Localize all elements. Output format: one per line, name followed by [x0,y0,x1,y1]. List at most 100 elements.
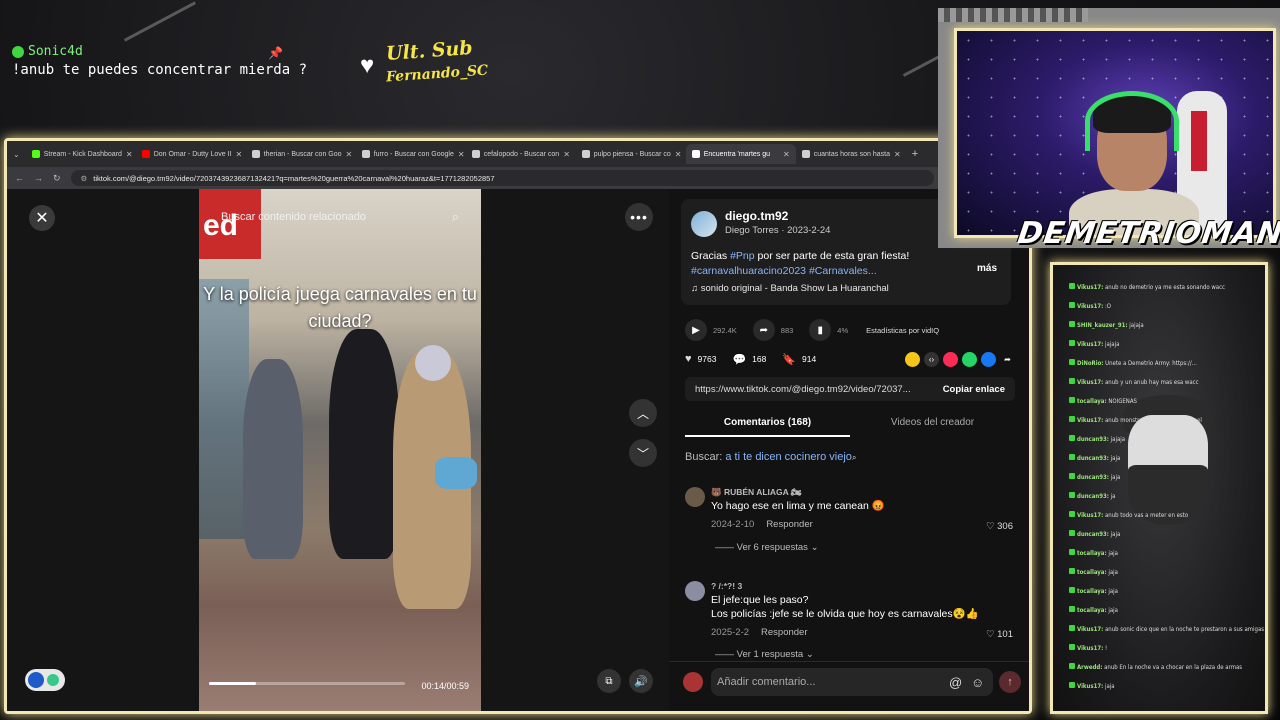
chat-user[interactable]: Vikus17: [1077,512,1103,519]
browser-tab[interactable]: therian - Buscar con Goo ✕ [246,144,356,164]
tab-comments[interactable]: Comentarios (168) [685,413,850,437]
author-avatar[interactable] [691,211,717,237]
forward-icon[interactable]: → [34,173,43,183]
chat-user[interactable]: duncan93: [1077,474,1109,481]
browser-tab[interactable]: Stream - Kick Dashboard ✕ [26,144,136,164]
browser-tab[interactable]: Don Omar - Dutty Love II ✕ [136,144,246,164]
extension-toggle[interactable] [25,669,65,691]
commenter-name[interactable]: ? /:*?! 3 [711,581,742,591]
tab-close-icon[interactable]: ✕ [675,150,682,159]
chat-user[interactable]: Vikus17: [1077,341,1103,348]
new-tab-button[interactable]: + [912,148,918,160]
chat-user[interactable]: Arwedd: [1077,664,1102,671]
volume-icon[interactable]: 🔊 [629,669,653,693]
whatsapp-icon[interactable] [962,351,977,367]
chat-user[interactable]: DiNoRio: [1077,360,1103,367]
browser-tab[interactable]: cuantas horas son hasta ✕ [796,144,906,164]
music-note-icon: ♫ [691,283,699,294]
chat-user[interactable]: tocallaya: [1077,550,1107,557]
url-bar[interactable]: ⚙ tiktok.com/@diego.tm92/video/7203743923… [70,170,935,186]
tab-creator-videos[interactable]: Videos del creador [850,413,1015,437]
browser-tab[interactable]: pulpo piensa - Buscar co ✕ [576,144,686,164]
chat-user[interactable]: duncan93: [1077,531,1109,538]
mention-icon[interactable]: @ [949,675,962,690]
chat-user[interactable]: duncan93: [1077,455,1109,462]
bookmark-icon[interactable]: 🔖 [782,353,796,366]
browser-tab[interactable]: cefalopodo - Buscar con ✕ [466,144,576,164]
chat-user[interactable]: Vikus17: [1077,417,1103,424]
chat-text: jaja [1110,531,1121,538]
hashtag-link[interactable]: #Carnavales... [809,265,877,277]
send-button[interactable]: ↑ [999,671,1021,693]
music-info[interactable]: ♫ sonido original - Banda Show La Huaran… [691,283,889,294]
hashtag-link[interactable]: #Pnp [730,250,755,262]
send-icon[interactable] [943,351,958,367]
reply-button[interactable]: Responder [761,627,807,638]
comment-line: Los policías :jefe se le olvida que hoy … [711,608,979,620]
chat-user[interactable]: Vikus17: [1077,626,1103,633]
tab-close-icon[interactable]: ✕ [126,150,133,159]
tabs: Stream - Kick Dashboard ✕ Don Omar - Dutty… [26,144,906,164]
chat-user[interactable]: SHIN_kauzer_91: [1077,322,1128,329]
tab-list-icon[interactable]: ⌄ [13,150,20,159]
site-info-icon[interactable]: ⚙ [81,174,88,183]
tab-close-icon[interactable]: ✕ [236,150,243,159]
comment-like[interactable]: ♡ 306 [986,521,1013,532]
browser-tab[interactable]: furro - Buscar con Google ✕ [356,144,466,164]
like-count: 9763 [697,354,717,364]
chat-user[interactable]: Vikus17: [1077,645,1103,652]
commenter-avatar[interactable] [685,487,705,507]
share-more-icon[interactable]: ➦ [1000,352,1015,367]
tab-close-icon[interactable]: ✕ [563,150,570,159]
comment-icon[interactable]: 💬 [732,353,746,366]
embed-icon[interactable]: ‹› [924,351,939,367]
commenter-name[interactable]: 🐻 RUBÉN ALIAGA 🏍 [711,487,802,498]
hashtag-link[interactable]: #carnavalhuaracino2023 [691,265,806,277]
repost-icon[interactable] [905,351,920,367]
chat-user[interactable]: Vikus17: [1077,303,1103,310]
more-link[interactable]: más [977,263,997,274]
chat-line: SHIN_kauzer_91: jajaja [1069,321,1144,329]
previous-video-button[interactable]: ︿ [629,399,657,427]
chat-user[interactable]: tocallaya: [1077,569,1107,576]
vidiq-stats-label[interactable]: Estadísticas por vidIQ [866,326,939,335]
close-button[interactable]: ✕ [29,205,55,231]
pip-icon[interactable]: ⧉ [597,669,621,693]
comment-like[interactable]: ♡ 101 [986,629,1013,640]
back-icon[interactable]: ← [15,173,24,183]
chat-user[interactable]: duncan93: [1077,436,1109,443]
tab-close-icon[interactable]: ✕ [346,150,353,159]
video-player[interactable]: ed Buscar contenido relacionado ⌕ Y la po… [199,189,481,711]
more-options-button[interactable]: ••• [625,203,653,231]
chat-user[interactable]: tocallaya: [1077,607,1107,614]
chat-user[interactable]: Vikus17: [1077,683,1103,690]
view-replies-button[interactable]: —— Ver 6 respuestas ⌄ [715,542,819,553]
video-progress[interactable] [209,682,405,685]
copy-link-button[interactable]: Copiar enlace [943,384,1015,395]
chat-line: tocallaya: jaja [1069,587,1118,595]
chat-badge-icon [1069,321,1075,327]
commenter-avatar[interactable] [685,581,705,601]
facebook-icon[interactable] [981,351,996,367]
next-video-button[interactable]: ﹀ [629,439,657,467]
chat-user[interactable]: tocallaya: [1077,398,1107,405]
chat-user[interactable]: duncan93: [1077,493,1109,500]
search-icon[interactable]: ⌕ [452,209,459,225]
author-handle[interactable]: diego.tm92 [725,209,788,223]
view-replies-button[interactable]: —— Ver 1 respuesta ⌄ [715,649,814,660]
tab-close-icon[interactable]: ✕ [783,150,790,159]
chat-user[interactable]: Vikus17: [1077,284,1103,291]
chat-user[interactable]: tocallaya: [1077,588,1107,595]
browser-tab[interactable]: Encuentra 'martes gu ✕ [685,144,796,164]
chat-user[interactable]: Vikus17: [1077,379,1103,386]
search-suggestion-link[interactable]: a ti te dicen cocinero viejo [725,451,852,463]
related-search-box[interactable]: Buscar contenido relacionado ⌕ [207,203,473,231]
tab-close-icon[interactable]: ✕ [458,150,465,159]
like-heart-icon[interactable]: ♥ [685,353,692,365]
reply-button[interactable]: Responder [766,519,812,530]
tab-close-icon[interactable]: ✕ [894,150,901,159]
emoji-icon[interactable]: ☺ [971,675,984,690]
reload-icon[interactable]: ↻ [53,173,61,184]
power-icon [47,674,59,686]
comment-search-suggestion[interactable]: Buscar: a ti te dicen cocinero viejo⌕ [685,451,856,463]
